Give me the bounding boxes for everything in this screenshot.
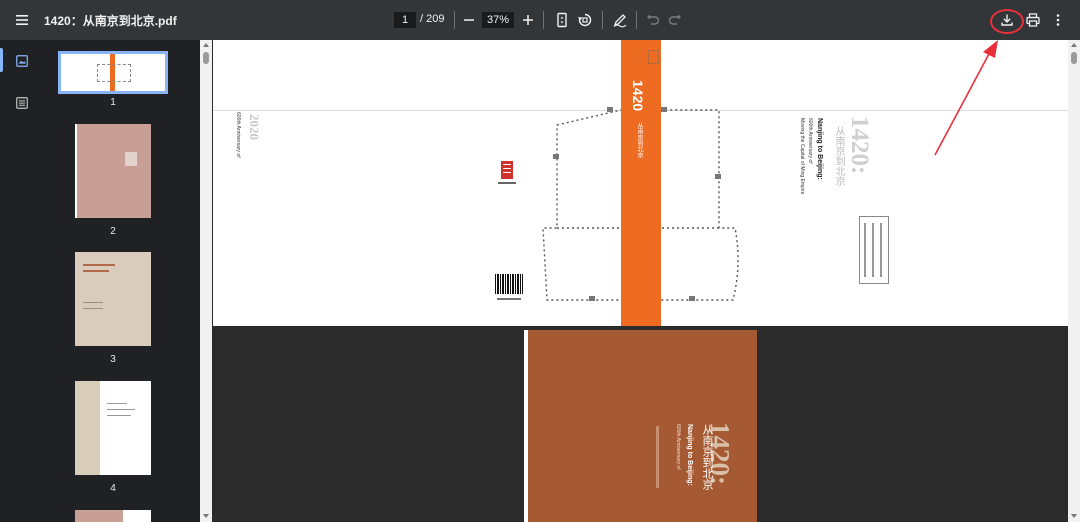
annotation-arrow — [934, 40, 998, 156]
pdf-viewer-app: 1420：从南京到北京.pdf 1 / 209 37% 1 2 3 4 2020… — [0, 0, 1080, 522]
